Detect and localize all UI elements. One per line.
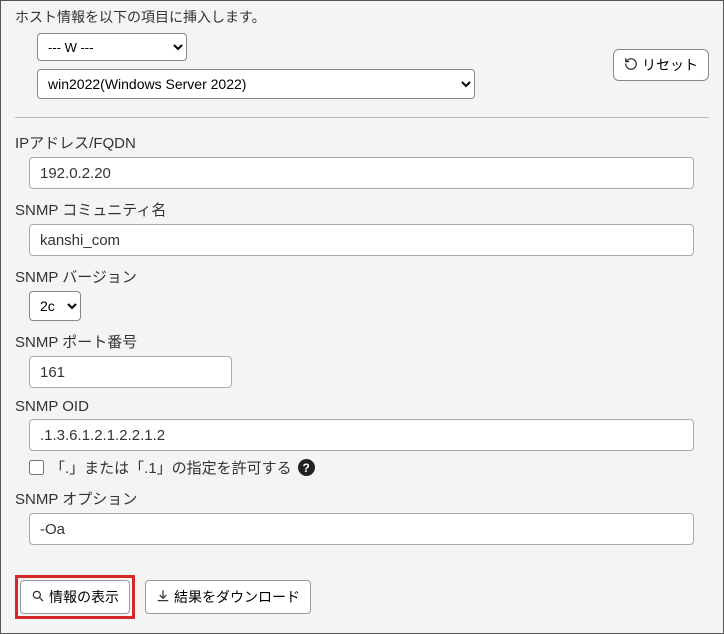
select-version[interactable]: 2c bbox=[29, 291, 81, 321]
form-panel: ホスト情報を以下の項目に挿入します。 --- W --- win2022(Win… bbox=[0, 0, 724, 634]
label-version: SNMP バージョン bbox=[15, 266, 709, 287]
reset-label: リセット bbox=[642, 55, 698, 75]
label-options: SNMP オプション bbox=[15, 488, 709, 509]
show-info-label: 情報の表示 bbox=[49, 587, 119, 607]
input-port[interactable] bbox=[29, 356, 232, 388]
input-community[interactable] bbox=[29, 224, 694, 256]
field-ip: IPアドレス/FQDN bbox=[15, 132, 709, 189]
label-port: SNMP ポート番号 bbox=[15, 331, 709, 352]
label-allow-dot: 「.」または「.1」の指定を許可する bbox=[50, 457, 292, 478]
label-community: SNMP コミュニティ名 bbox=[15, 199, 709, 220]
undo-icon bbox=[624, 57, 638, 74]
input-ip[interactable] bbox=[29, 157, 694, 189]
download-icon bbox=[156, 589, 170, 606]
field-oid: SNMP OID 「.」または「.1」の指定を許可する ? bbox=[15, 398, 709, 478]
highlight-show-info: 情報の表示 bbox=[15, 575, 135, 619]
select-w[interactable]: --- W --- bbox=[37, 33, 187, 61]
field-community: SNMP コミュニティ名 bbox=[15, 199, 709, 256]
label-oid: SNMP OID bbox=[15, 398, 709, 415]
download-label: 結果をダウンロード bbox=[174, 587, 300, 607]
label-ip: IPアドレス/FQDN bbox=[15, 132, 709, 153]
search-icon bbox=[31, 589, 45, 606]
input-oid[interactable] bbox=[29, 419, 694, 451]
field-version: SNMP バージョン 2c bbox=[15, 266, 709, 321]
input-options[interactable] bbox=[29, 513, 694, 545]
checkbox-allow-dot[interactable] bbox=[29, 460, 44, 475]
field-options: SNMP オプション bbox=[15, 488, 709, 545]
select-host[interactable]: win2022(Windows Server 2022) bbox=[37, 69, 475, 99]
show-info-button[interactable]: 情報の表示 bbox=[20, 580, 130, 614]
separator bbox=[15, 117, 709, 118]
instruction-text: ホスト情報を以下の項目に挿入します。 bbox=[15, 7, 603, 27]
help-icon[interactable]: ? bbox=[298, 459, 315, 476]
download-button[interactable]: 結果をダウンロード bbox=[145, 580, 311, 614]
reset-button[interactable]: リセット bbox=[613, 49, 709, 81]
field-port: SNMP ポート番号 bbox=[15, 331, 709, 388]
